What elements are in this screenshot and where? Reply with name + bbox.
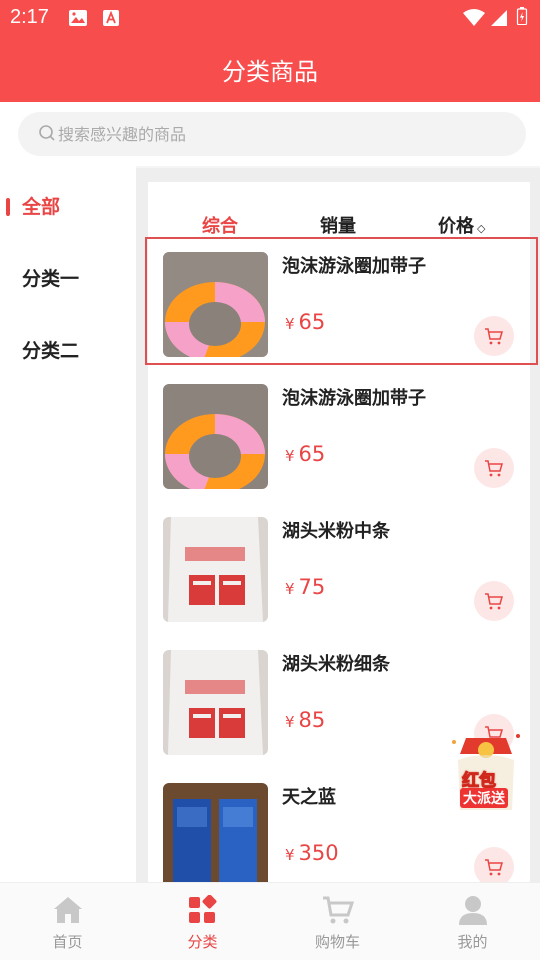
product-price: ¥65 (285, 442, 325, 466)
product-price: ¥85 (285, 708, 325, 732)
wifi-icon (463, 9, 485, 26)
price-value: 65 (298, 310, 326, 334)
sort-price-tab[interactable]: 价格 ◇ (438, 212, 485, 238)
page-title: 分类商品 (222, 58, 318, 86)
product-thumbnail (163, 384, 268, 489)
cart-icon (485, 460, 503, 477)
product-name: 湖头米粉中条 (282, 521, 390, 542)
user-icon (459, 896, 487, 925)
tab-label: 我的 (457, 933, 488, 951)
currency-symbol: ¥ (285, 447, 295, 465)
tab-mine[interactable]: 我的 (405, 883, 540, 960)
product-item[interactable]: 泡沫游泳圈加带子 ¥65 (148, 368, 530, 500)
price-value: 350 (298, 841, 339, 865)
add-to-cart-button[interactable] (474, 448, 514, 488)
tab-category[interactable]: 分类 (135, 883, 270, 960)
product-item[interactable]: 湖头米粉中条 ¥75 (148, 501, 530, 633)
status-bar: 2:17 (0, 0, 540, 36)
currency-symbol: ¥ (285, 315, 295, 333)
sidebar-item-all[interactable]: 全部 (0, 168, 136, 240)
sort-sales-tab[interactable]: 销量 (320, 212, 356, 238)
add-to-cart-button[interactable] (474, 581, 514, 621)
price-value: 65 (298, 442, 326, 466)
signal-icon (491, 10, 507, 26)
cart-icon (485, 328, 503, 345)
product-name: 天之蓝 (282, 787, 336, 808)
category-icon (189, 895, 217, 923)
rice-noodle-bag-image (163, 517, 268, 622)
search-box[interactable] (18, 112, 526, 156)
product-thumbnail (163, 252, 268, 357)
product-price: ¥65 (285, 310, 325, 334)
add-to-cart-button[interactable] (474, 316, 514, 356)
product-price: ¥75 (285, 575, 325, 599)
sidebar-item-label: 全部 (22, 196, 61, 218)
sidebar-item-category-2[interactable]: 分类二 (0, 312, 136, 384)
product-thumbnail (163, 650, 268, 755)
currency-symbol: ¥ (285, 846, 295, 864)
home-icon (54, 897, 82, 923)
product-thumbnail (163, 783, 268, 882)
red-packet-subtitle: 大派送 (460, 788, 508, 808)
red-packet-badge[interactable]: 红包 大派送 (446, 730, 526, 814)
tab-cart[interactable]: 购物车 (270, 883, 405, 960)
swim-ring-image (163, 384, 268, 489)
product-name: 泡沫游泳圈加带子 (282, 256, 426, 277)
search-area (0, 102, 540, 166)
sort-bar: 综合 销量 价格 ◇ (148, 182, 530, 244)
search-icon (39, 125, 55, 141)
add-to-cart-button[interactable] (474, 847, 514, 882)
app-header: 2:17 分类商品 (0, 0, 540, 102)
product-item[interactable]: 泡沫游泳圈加带子 ¥65 (148, 236, 530, 368)
tab-label: 购物车 (314, 933, 360, 951)
battery-icon (516, 7, 528, 25)
liquor-box-image (163, 783, 268, 882)
search-input[interactable] (58, 112, 498, 156)
swim-ring-image (163, 252, 268, 357)
price-value: 75 (298, 575, 326, 599)
product-name: 泡沫游泳圈加带子 (282, 388, 426, 409)
price-value: 85 (298, 708, 326, 732)
cart-icon (485, 859, 503, 876)
cart-icon (485, 593, 503, 610)
sort-price-label: 价格 (438, 216, 474, 237)
sidebar-item-label: 分类一 (22, 268, 80, 290)
rice-noodle-bag-image (163, 650, 268, 755)
product-price: ¥350 (285, 841, 339, 865)
tab-label: 首页 (52, 933, 83, 951)
cart-icon (323, 896, 354, 924)
currency-symbol: ¥ (285, 580, 295, 598)
image-notification-icon (69, 10, 87, 26)
status-time: 2:17 (10, 6, 49, 28)
sidebar-item-category-1[interactable]: 分类一 (0, 240, 136, 312)
sidebar-item-label: 分类二 (22, 340, 80, 362)
category-sidebar: 全部 分类一 分类二 (0, 166, 136, 882)
sort-comprehensive-tab[interactable]: 综合 (202, 212, 238, 238)
font-notification-icon (103, 10, 119, 26)
currency-symbol: ¥ (285, 713, 295, 731)
product-name: 湖头米粉细条 (282, 654, 390, 675)
bottom-tab-bar: 首页 分类 购物车 我的 (0, 882, 540, 960)
tab-label: 分类 (187, 933, 218, 951)
sort-caret-icon: ◇ (477, 222, 486, 235)
tab-home[interactable]: 首页 (0, 883, 135, 960)
product-thumbnail (163, 517, 268, 622)
